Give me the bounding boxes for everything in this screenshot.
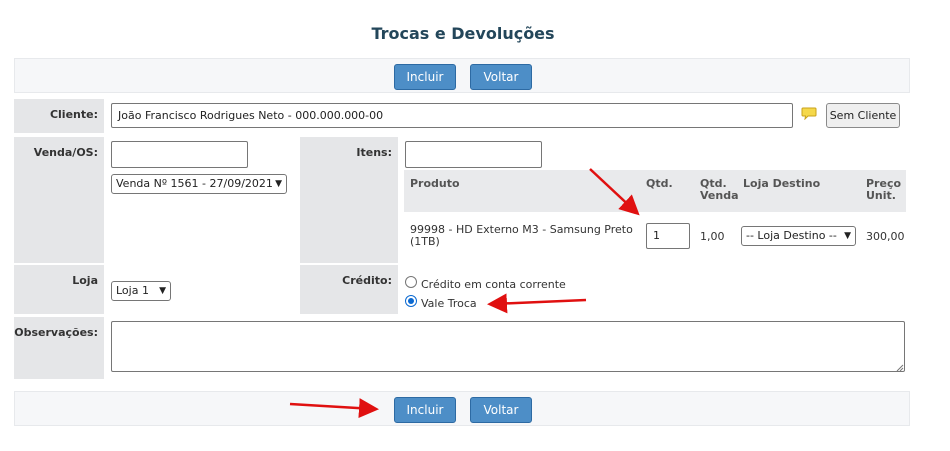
cliente-label: Cliente: bbox=[14, 99, 104, 133]
radio-credito-conta-label: Crédito em conta corrente bbox=[421, 278, 566, 291]
venda-select[interactable]: Venda Nº 1561 - 27/09/2021 ▼ bbox=[111, 174, 287, 194]
loja-select[interactable]: Loja 1 ▼ bbox=[111, 281, 171, 301]
item-preco: 300,00 bbox=[866, 230, 905, 243]
chevron-down-icon: ▼ bbox=[844, 231, 851, 241]
incluir-button-bottom[interactable]: Incluir bbox=[394, 397, 456, 423]
venda-label: Venda/OS: bbox=[14, 137, 104, 263]
arrow-to-vale-troca bbox=[487, 293, 587, 314]
radio-vale-troca-label: Vale Troca bbox=[421, 297, 477, 310]
chevron-down-icon: ▼ bbox=[159, 286, 166, 296]
voltar-button-top[interactable]: Voltar bbox=[470, 64, 532, 90]
loja-destino-select[interactable]: -- Loja Destino -- ▼ bbox=[741, 226, 856, 246]
voltar-button-bottom[interactable]: Voltar bbox=[470, 397, 532, 423]
speech-bubble-icon[interactable] bbox=[801, 107, 817, 121]
resize-handle-icon[interactable] bbox=[896, 363, 904, 372]
observacoes-textarea[interactable] bbox=[111, 321, 905, 372]
observacoes-label: Observações: bbox=[14, 317, 104, 379]
column-preco-unit: Preço Unit. bbox=[866, 177, 902, 202]
column-loja-destino: Loja Destino bbox=[743, 177, 821, 190]
item-produto: 99998 - HD Externo M3 - Samsung Preto (1… bbox=[410, 223, 633, 248]
chevron-down-icon: ▼ bbox=[275, 179, 282, 189]
incluir-button-top[interactable]: Incluir bbox=[394, 64, 456, 90]
column-produto: Produto bbox=[410, 177, 460, 190]
bottom-action-bar: Incluir Voltar bbox=[14, 391, 910, 426]
itens-search-input[interactable] bbox=[405, 141, 542, 168]
sem-cliente-button[interactable]: Sem Cliente bbox=[826, 103, 900, 128]
top-action-bar: Incluir Voltar bbox=[14, 58, 910, 93]
radio-credito-conta[interactable] bbox=[405, 276, 417, 288]
cliente-input[interactable]: João Francisco Rodrigues Neto - 000.000.… bbox=[111, 103, 793, 128]
venda-input[interactable] bbox=[111, 141, 248, 168]
item-qtd-input[interactable]: 1 bbox=[646, 223, 690, 249]
radio-vale-troca[interactable] bbox=[405, 295, 417, 307]
page-title: Trocas e Devoluções bbox=[371, 24, 555, 43]
loja-label: Loja bbox=[14, 265, 104, 314]
itens-label: Itens: bbox=[300, 137, 398, 263]
item-qtd-venda: 1,00 bbox=[700, 230, 725, 243]
credito-label: Crédito: bbox=[300, 265, 398, 314]
column-qtd: Qtd. bbox=[646, 177, 673, 190]
column-qtd-venda: Qtd. Venda bbox=[700, 177, 739, 202]
